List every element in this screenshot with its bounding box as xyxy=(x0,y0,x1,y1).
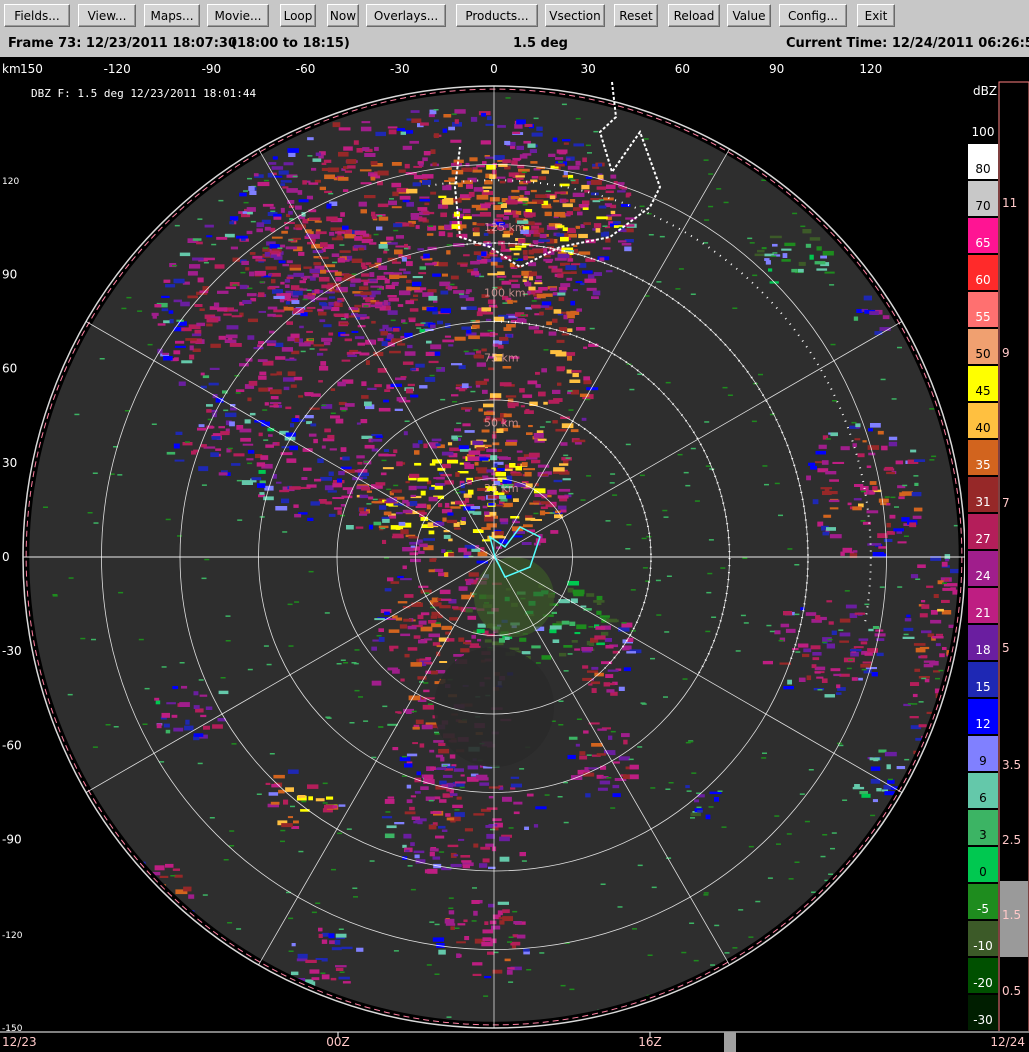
elevation-tick: 9 xyxy=(1002,346,1010,360)
x-tick-label: 30 xyxy=(581,62,596,76)
unit-label: km xyxy=(2,62,21,76)
colorbar-label: 45 xyxy=(975,384,990,398)
colorbar-label: -5 xyxy=(977,902,989,916)
y-tick-label: 90 xyxy=(2,267,17,281)
y-tick-label: -30 xyxy=(2,644,22,658)
elevation-tick: 3.5 xyxy=(1002,758,1021,772)
menu-bar: Fields... View... Maps... Movie... Loop Now Ov… xyxy=(0,0,1029,33)
time-axis[interactable]: 12/23 00Z 16Z 12/24 xyxy=(0,1031,1029,1052)
x-tick-label: 0 xyxy=(490,62,498,76)
colorbar-label: -20 xyxy=(973,976,993,990)
colorbar-label: -10 xyxy=(973,939,993,953)
x-tick-label: 90 xyxy=(769,62,784,76)
x-tick-label: 60 xyxy=(675,62,690,76)
colorbar-label: 24 xyxy=(975,569,990,583)
colorbar-label: 60 xyxy=(975,273,990,287)
elevation-tick: 11 xyxy=(1002,196,1017,210)
colorbar-label: 31 xyxy=(975,495,990,509)
elevation-tick: 2.5 xyxy=(1002,833,1021,847)
elevation-tick: 7 xyxy=(1002,496,1010,510)
current-time: Current Time: 12/24/2011 06:26:58 xyxy=(786,36,1029,51)
maps-button[interactable]: Maps... xyxy=(144,4,200,27)
colorbar-label: 12 xyxy=(975,717,990,731)
overlays-button[interactable]: Overlays... xyxy=(366,4,446,27)
y-tick-label: -90 xyxy=(2,833,22,847)
radar-display[interactable]: km 150 -120 -90 -60 -30 0 30 60 90 120 125 km 100 k… xyxy=(0,57,1029,1052)
status-bar: Frame 73: 12/23/2011 18:07:30 (18:00 to … xyxy=(0,33,1029,55)
vsection-button[interactable]: Vsection xyxy=(545,4,605,27)
colorbar-label: 0 xyxy=(979,865,987,879)
range-ring-label: 75 km xyxy=(484,352,519,365)
colorbar-label: 70 xyxy=(975,199,990,213)
exit-button[interactable]: Exit xyxy=(857,4,895,27)
colorbar-label: 65 xyxy=(975,236,990,250)
reset-button[interactable]: Reset xyxy=(614,4,658,27)
color-scale: dBZdeg1008070656055504540353127242118151… xyxy=(965,81,1029,1033)
colorbar-label: 27 xyxy=(975,532,990,546)
loop-button[interactable]: Loop xyxy=(280,4,316,27)
frame-range: (18:00 to 18:15) xyxy=(231,36,350,51)
products-button[interactable]: Products... xyxy=(456,4,538,27)
plot-title: DBZ F: 1.5 deg 12/23/2011 18:01:44 xyxy=(31,87,257,100)
x-tick-label: -60 xyxy=(296,62,316,76)
elevation-label: 1.5 deg xyxy=(513,36,568,51)
colorbar-field-label: dBZ xyxy=(973,84,997,98)
y-tick-label: -60 xyxy=(2,738,22,752)
colorbar-label: 18 xyxy=(975,643,990,657)
time-slider-handle[interactable] xyxy=(724,1032,736,1052)
y-tick-label: 30 xyxy=(2,456,17,470)
range-ring-label: 125 km xyxy=(484,221,526,234)
colorbar-label: -30 xyxy=(973,1013,993,1027)
frame-info: Frame 73: 12/23/2011 18:07:30 xyxy=(8,36,237,51)
view-button[interactable]: View... xyxy=(78,4,136,27)
now-button[interactable]: Now xyxy=(327,4,359,27)
colorbar-label: 55 xyxy=(975,310,990,324)
timeline-label: 00Z xyxy=(326,1035,350,1049)
y-tick-label: 60 xyxy=(2,362,17,376)
colorbar-label: 50 xyxy=(975,347,990,361)
y-tick-label: 0 xyxy=(2,550,10,564)
colorbar-label: 21 xyxy=(975,606,990,620)
value-button[interactable]: Value xyxy=(727,4,771,27)
x-tick-label: 150 xyxy=(20,62,43,76)
timeline-label: 12/23 xyxy=(2,1035,37,1049)
y-tick-label: 120 xyxy=(2,177,19,187)
y-tick-label: -120 xyxy=(2,931,23,941)
range-ring-label: 100 km xyxy=(484,286,526,299)
elevation-tick: 0.5 xyxy=(1002,984,1021,998)
colorbar-label: 40 xyxy=(975,421,990,435)
fields-button[interactable]: Fields... xyxy=(4,4,70,27)
colorbar-label: 100 xyxy=(972,125,995,139)
range-ring-label: 50 km xyxy=(484,417,519,430)
x-tick-label: -120 xyxy=(104,62,131,76)
colorbar-label: 80 xyxy=(975,162,990,176)
colorbar-label: 6 xyxy=(979,791,987,805)
colorbar-label: 3 xyxy=(979,828,987,842)
timeline-label: 12/24 xyxy=(990,1035,1025,1049)
range-ring-label: 25 km xyxy=(484,482,519,495)
colorbar-label: 9 xyxy=(979,754,987,768)
colorbar-label: 15 xyxy=(975,680,990,694)
config-button[interactable]: Config... xyxy=(779,4,847,27)
x-tick-label: -30 xyxy=(390,62,410,76)
reload-button[interactable]: Reload xyxy=(668,4,720,27)
timeline-label: 16Z xyxy=(638,1035,662,1049)
colorbar-label: 35 xyxy=(975,458,990,472)
elevation-tick: 5 xyxy=(1002,641,1010,655)
x-tick-label: 120 xyxy=(859,62,882,76)
x-tick-label: -90 xyxy=(202,62,222,76)
ppi-plot[interactable]: 125 km 100 km 75 km 50 km 25 km xyxy=(22,81,967,1031)
movie-button[interactable]: Movie... xyxy=(207,4,269,27)
elevation-tick: 1.5 xyxy=(1002,908,1021,922)
